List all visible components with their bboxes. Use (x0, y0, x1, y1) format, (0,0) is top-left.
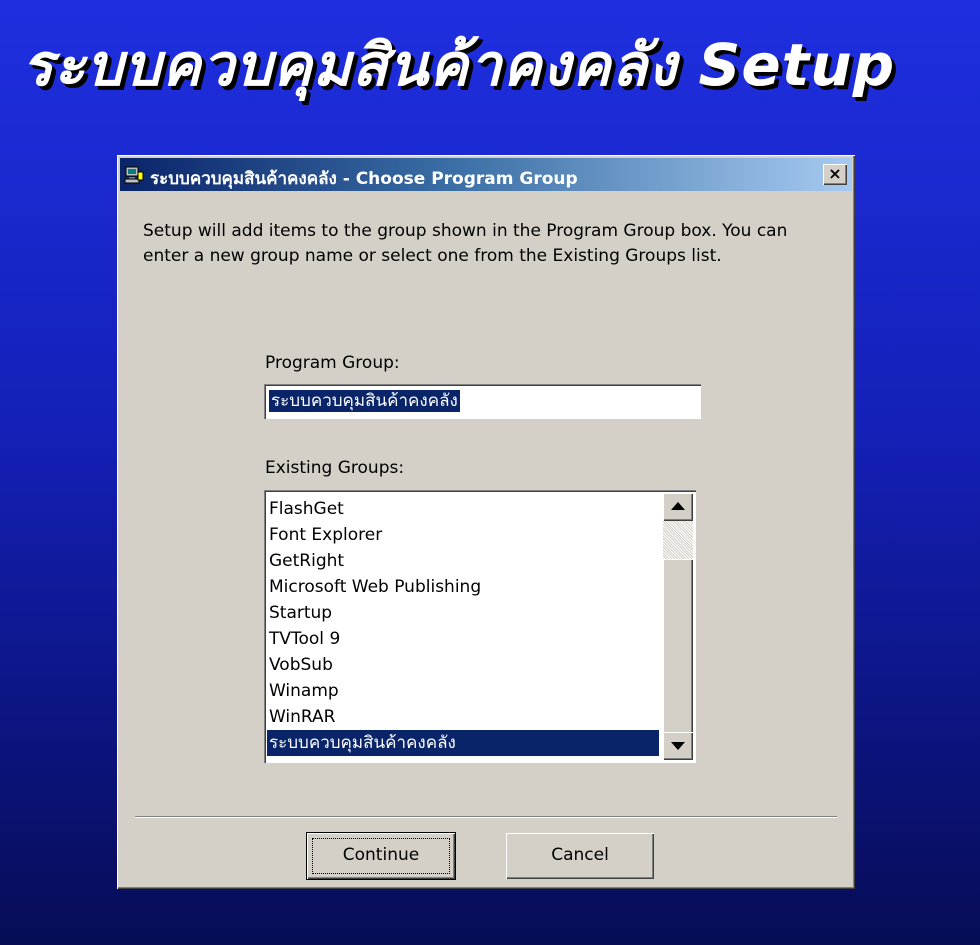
divider (135, 816, 837, 818)
dialog-title: ระบบควบคุมสินค้าคงคลัง - Choose Program … (150, 169, 578, 189)
setup-banner-title: ระบบควบคุมสินค้าคงคลัง Setup (22, 31, 896, 99)
list-item[interactable]: Winamp (267, 678, 659, 704)
arrow-down-icon (671, 742, 685, 750)
list-item[interactable]: GetRight (267, 548, 659, 574)
existing-groups-label: Existing Groups: (265, 458, 405, 478)
list-item[interactable]: Microsoft Web Publishing (267, 574, 659, 600)
cancel-button[interactable]: Cancel (506, 833, 654, 879)
existing-groups-list[interactable]: FlashGet Font Explorer GetRight Microsoft W… (264, 490, 696, 763)
program-group-label: Program Group: (265, 353, 400, 373)
dialog-title-bar[interactable]: ระบบควบคุมสินค้าคงคลัง - Choose Program … (120, 158, 852, 191)
list-scrollbar[interactable] (663, 493, 693, 760)
setup-computer-icon (124, 166, 144, 184)
intro-text: Setup will add items to the group shown … (143, 221, 788, 266)
focus-rectangle (312, 838, 450, 874)
list-item[interactable]: WinRAR (267, 704, 659, 730)
close-icon: × (828, 164, 842, 183)
list-item[interactable]: VobSub (267, 652, 659, 678)
list-item[interactable]: ระบบควบคุมสินค้าคงคลัง (267, 730, 659, 756)
scroll-up-button[interactable] (663, 493, 693, 521)
program-group-value: ระบบควบคุมสินค้าคงคลัง (269, 390, 460, 412)
scroll-thumb[interactable] (663, 559, 693, 747)
list-item[interactable]: FlashGet (267, 496, 659, 522)
choose-program-group-dialog: ระบบควบคุมสินค้าคงคลัง - Choose Program … (117, 155, 855, 889)
program-group-input[interactable]: ระบบควบคุมสินค้าคงคลัง (264, 384, 701, 419)
continue-button[interactable]: Continue (307, 833, 455, 879)
arrow-up-icon (671, 502, 685, 510)
cancel-label: Cancel (551, 845, 609, 865)
list-item[interactable]: Font Explorer (267, 522, 659, 548)
scroll-down-button[interactable] (663, 732, 693, 760)
close-button[interactable]: × (823, 164, 847, 185)
list-item[interactable]: TVTool 9 (267, 626, 659, 652)
list-item[interactable]: Startup (267, 600, 659, 626)
